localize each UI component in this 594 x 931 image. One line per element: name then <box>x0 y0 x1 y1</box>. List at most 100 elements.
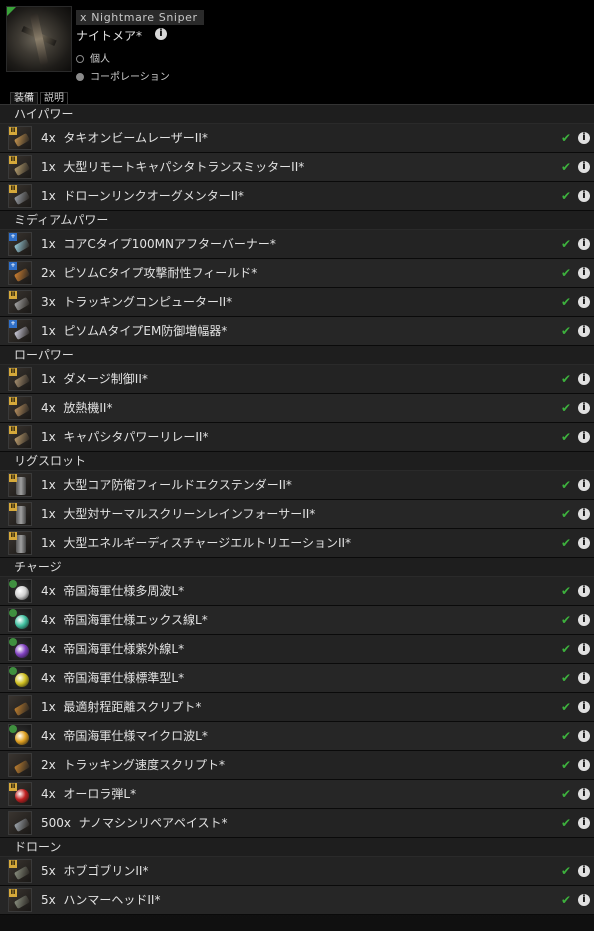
em-amplifier-icon: + <box>8 319 32 343</box>
item-label: 4x 帝国海軍仕様紫外線L* <box>41 635 184 663</box>
info-icon[interactable]: i <box>578 817 590 829</box>
item-quantity: 1x <box>41 160 56 174</box>
info-icon[interactable]: i <box>578 614 590 626</box>
info-icon[interactable]: i <box>578 373 590 385</box>
checkmark-icon: ✔ <box>561 430 572 444</box>
info-icon[interactable]: i <box>155 28 167 40</box>
radio-personal[interactable]: 個人 <box>76 50 110 65</box>
info-icon[interactable]: i <box>578 238 590 250</box>
crystal-xray-icon <box>8 608 32 632</box>
fitting-row[interactable]: 1x 最適射程距離スクリプト* ✔ i <box>0 693 594 722</box>
laser-turret-icon: II <box>8 126 32 150</box>
item-label: 4x 帝国海軍仕様標準型L* <box>41 664 184 692</box>
item-label: 2x ピソムCタイプ攻撃耐性フィールド* <box>41 259 257 287</box>
info-icon[interactable]: i <box>578 267 590 279</box>
section-items: +1x コアCタイプ100MNアフターバーナー* ✔ i +2x ピソムCタイプ攻撃耐… <box>0 230 594 346</box>
section-header: リグスロット <box>0 452 594 471</box>
fitting-row[interactable]: 4x 帝国海軍仕様紫外線L* ✔ i <box>0 635 594 664</box>
item-name: 大型エネルギーディスチャージエルトリエーションII* <box>63 536 352 550</box>
fitting-row[interactable]: +1x ピソムAタイプEM防御増幅器* ✔ i <box>0 317 594 346</box>
fitting-row[interactable]: II 1x 大型エネルギーディスチャージエルトリエーションII* ✔ i <box>0 529 594 558</box>
fitting-row[interactable]: II 5x ハンマーヘッドII* ✔ i <box>0 886 594 915</box>
item-label: 4x 放熱機II* <box>41 394 112 422</box>
fitting-row[interactable]: II 1x 大型リモートキャパシタトランスミッターII* ✔ i <box>0 153 594 182</box>
info-icon[interactable]: i <box>578 190 590 202</box>
item-label: 1x キャパシタパワーリレーII* <box>41 423 208 451</box>
fitting-row[interactable]: II 1x ドローンリンクオーグメンターII* ✔ i <box>0 182 594 211</box>
info-icon[interactable]: i <box>578 508 590 520</box>
fitting-row[interactable]: II 1x 大型対サーマルスクリーンレインフォーサーII* ✔ i <box>0 500 594 529</box>
radio-corporation[interactable]: コーポレーション <box>76 68 170 83</box>
damage-control-shape-icon <box>13 374 31 388</box>
info-icon[interactable]: i <box>578 537 590 549</box>
ship-type: ナイトメア* <box>76 29 143 43</box>
ship-name[interactable]: x Nightmare Sniper <box>76 10 204 25</box>
item-name: オーロラ弾L* <box>63 787 137 801</box>
info-icon[interactable]: i <box>578 479 590 491</box>
fitting-row[interactable]: 2x トラッキング速度スクリプト* ✔ i <box>0 751 594 780</box>
item-label: 4x オーロラ弾L* <box>41 780 136 808</box>
info-icon[interactable]: i <box>578 701 590 713</box>
item-name: ハンマーヘッドII* <box>63 893 161 907</box>
fitting-row[interactable]: II 3x トラッキングコンピューターII* ✔ i <box>0 288 594 317</box>
section-header: ミディアムパワー <box>0 211 594 230</box>
ammo-badge-icon <box>9 609 17 617</box>
info-icon[interactable]: i <box>578 296 590 308</box>
item-label: 1x 最適射程距離スクリプト* <box>41 693 201 721</box>
item-quantity: 4x <box>41 584 56 598</box>
item-name: 大型対サーマルスクリーンレインフォーサーII* <box>63 507 316 521</box>
info-icon[interactable]: i <box>578 402 590 414</box>
item-label: 2x トラッキング速度スクリプト* <box>41 751 225 779</box>
info-icon[interactable]: i <box>578 894 590 906</box>
info-icon[interactable]: i <box>578 132 590 144</box>
rig-shape-icon <box>16 477 26 495</box>
section-header: ドローン <box>0 838 594 857</box>
item-quantity: 3x <box>41 295 56 309</box>
info-icon[interactable]: i <box>578 759 590 771</box>
fitting-row[interactable]: II 4x オーロラ弾L* ✔ i <box>0 780 594 809</box>
info-icon[interactable]: i <box>578 865 590 877</box>
item-quantity: 2x <box>41 758 56 772</box>
fitting-row[interactable]: 4x 帝国海軍仕様エックス線L* ✔ i <box>0 606 594 635</box>
info-icon[interactable]: i <box>578 161 590 173</box>
checkmark-icon: ✔ <box>561 266 572 280</box>
fitting-row[interactable]: II 1x 大型コア防衛フィールドエクステンダーII* ✔ i <box>0 471 594 500</box>
fitting-row[interactable]: 4x 帝国海軍仕様多周波L* ✔ i <box>0 577 594 606</box>
item-name: 最適射程距離スクリプト* <box>63 700 202 714</box>
item-quantity: 1x <box>41 507 56 521</box>
info-icon[interactable]: i <box>578 585 590 597</box>
item-label: 1x ドローンリンクオーグメンターII* <box>41 182 244 210</box>
fitting-row[interactable]: 500x ナノマシンリペアペイスト* ✔ i <box>0 809 594 838</box>
item-label: 5x ホブゴブリンII* <box>41 857 148 885</box>
script-icon <box>8 695 32 719</box>
fitting-row[interactable]: II 4x 放熱機II* ✔ i <box>0 394 594 423</box>
info-icon[interactable]: i <box>578 431 590 443</box>
ship-thumbnail[interactable] <box>6 6 72 72</box>
radio-dot-icon <box>76 55 84 63</box>
item-label: 4x 帝国海軍仕様エックス線L* <box>41 606 208 634</box>
item-name: ナノマシンリペアペイスト* <box>78 816 228 830</box>
crystal-microwave-icon <box>8 724 32 748</box>
label-spacer <box>71 816 79 830</box>
item-name: 放熱機II* <box>63 401 113 415</box>
tech2-badge-icon: II <box>9 397 17 405</box>
item-label: 1x 大型エネルギーディスチャージエルトリエーションII* <box>41 529 351 557</box>
fitting-row[interactable]: II 5x ホブゴブリンII* ✔ i <box>0 857 594 886</box>
fitting-row[interactable]: +2x ピソムCタイプ攻撃耐性フィールド* ✔ i <box>0 259 594 288</box>
info-icon[interactable]: i <box>578 788 590 800</box>
fitting-row[interactable]: II 1x ダメージ制御II* ✔ i <box>0 365 594 394</box>
fitting-row[interactable]: 4x 帝国海軍仕様標準型L* ✔ i <box>0 664 594 693</box>
laser-turret-shape-icon <box>13 133 31 147</box>
fitting-row[interactable]: +1x コアCタイプ100MNアフターバーナー* ✔ i <box>0 230 594 259</box>
info-icon[interactable]: i <box>578 672 590 684</box>
item-name: ホブゴブリンII* <box>63 864 149 878</box>
fitting-row[interactable]: II 1x キャパシタパワーリレーII* ✔ i <box>0 423 594 452</box>
fitting-row[interactable]: 4x 帝国海軍仕様マイクロ波L* ✔ i <box>0 722 594 751</box>
info-icon[interactable]: i <box>578 730 590 742</box>
section-header: チャージ <box>0 558 594 577</box>
checkmark-icon: ✔ <box>561 189 572 203</box>
info-icon[interactable]: i <box>578 643 590 655</box>
checkmark-icon: ✔ <box>561 758 572 772</box>
info-icon[interactable]: i <box>578 325 590 337</box>
fitting-row[interactable]: II 4x タキオンビームレーザーII* ✔ i <box>0 124 594 153</box>
